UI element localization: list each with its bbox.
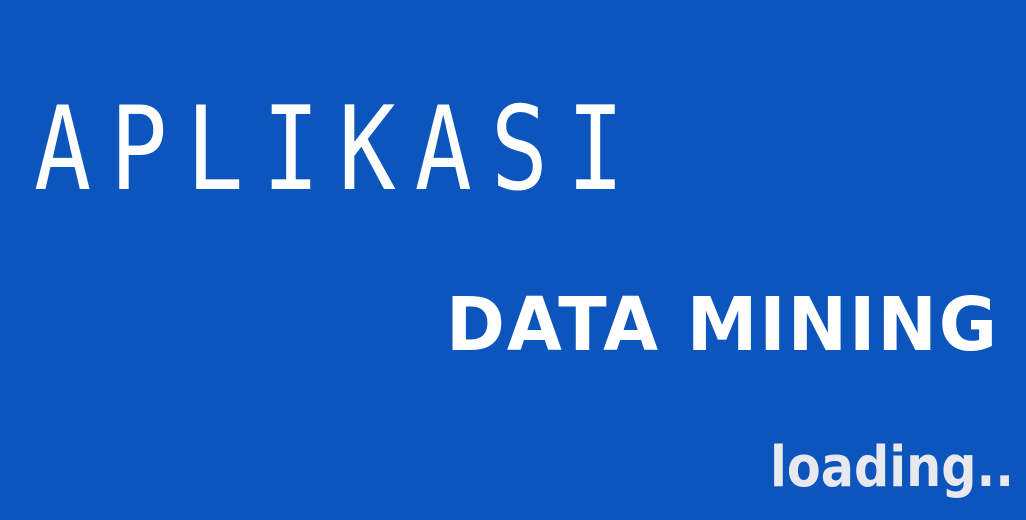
- app-title: APLIKASI: [34, 82, 644, 217]
- loading-status: loading..: [770, 435, 1014, 500]
- splash-screen: APLIKASI DATA MINING loading..: [0, 0, 1026, 520]
- app-subtitle: DATA MINING: [446, 282, 999, 368]
